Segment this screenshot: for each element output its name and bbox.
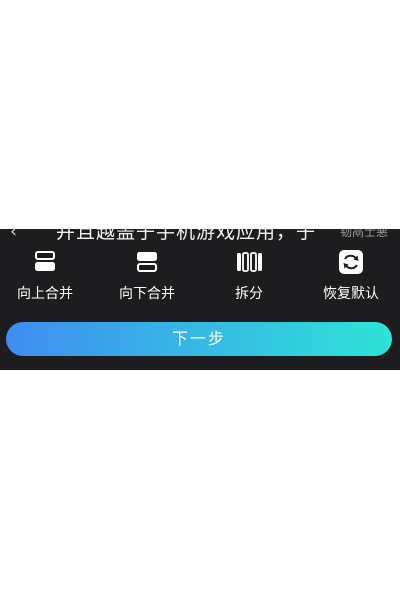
restore-default-icon: [339, 250, 363, 274]
merge-up-label: 向上合并: [17, 286, 73, 302]
caption-preview-text: 并且越盖子手机游戏应用，子: [56, 229, 317, 242]
next-step-button[interactable]: 下一步: [6, 322, 392, 356]
subtitle-edit-toolbar: 向上合并 向下合并 拆分 恢复默认: [0, 247, 400, 305]
merge-up-button[interactable]: 向上合并: [0, 247, 90, 305]
merge-down-icon: [137, 252, 157, 272]
split-button[interactable]: 拆分: [204, 247, 294, 305]
merge-down-label: 向下合并: [119, 286, 175, 302]
split-icon: [237, 252, 262, 272]
restore-default-button[interactable]: 恢复默认: [306, 247, 396, 305]
split-label: 拆分: [235, 286, 263, 302]
editor-bottom-panel: ‹ 并且越盖子手机游戏应用，子 韧鬲士悪 向上合并 向下合并 拆分 恢复默认 下…: [0, 229, 400, 370]
restore-default-label: 恢复默认: [323, 286, 379, 302]
caption-preview-strip: ‹ 并且越盖子手机游戏应用，子 韧鬲士悪: [0, 229, 400, 242]
merge-down-button[interactable]: 向下合并: [102, 247, 192, 305]
chevron-left-icon[interactable]: ‹: [10, 229, 17, 242]
merge-up-icon: [35, 251, 55, 271]
caption-corner-label: 韧鬲士悪: [339, 229, 388, 239]
